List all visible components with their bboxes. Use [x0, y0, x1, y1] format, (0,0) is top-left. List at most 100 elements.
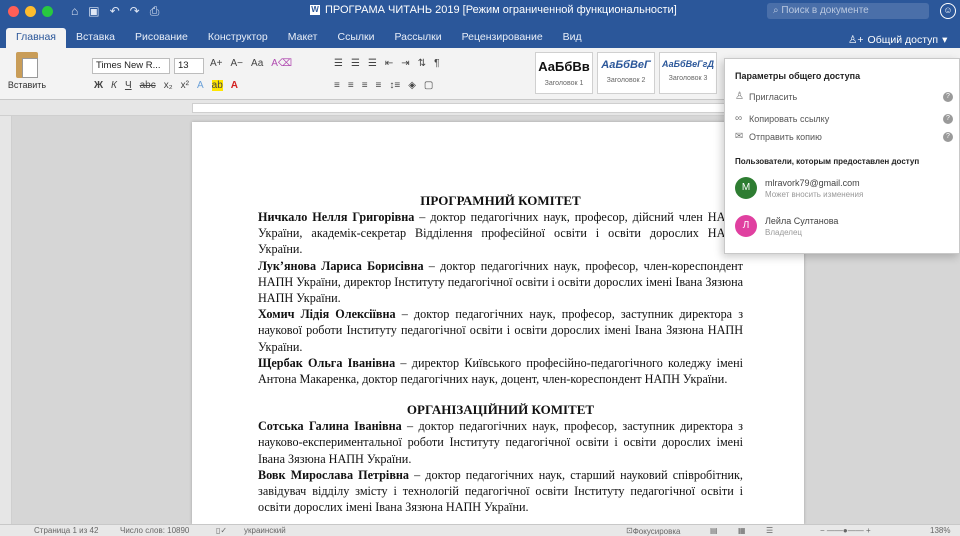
quick-access-toolbar: ⌂ ▣ ↶ ↷ ⎙ [71, 4, 159, 19]
text-effects-icon[interactable]: A [197, 80, 204, 91]
tab-review[interactable]: Рецензирование [452, 28, 553, 48]
web-layout-icon[interactable]: ▦ [738, 526, 746, 535]
line-spacing-icon[interactable]: ↕≡ [389, 80, 400, 91]
tab-view[interactable]: Вид [553, 28, 592, 48]
page-counter[interactable]: Страница 1 из 42 [34, 526, 98, 535]
paragraph-tools-top: ☰ ☰ ☰ ⇤ ⇥ ⇅ ¶ [334, 58, 439, 69]
committee-entry: Ничкало Нелля Григорівна – доктор педаго… [258, 210, 743, 257]
change-case-icon[interactable]: Aa [251, 58, 263, 69]
shrink-font-icon[interactable]: A− [231, 58, 244, 69]
language-indicator[interactable]: украинский [244, 526, 286, 535]
share-button[interactable]: ♙+ Общий доступ ▾ [848, 34, 947, 46]
help-icon[interactable]: ? [943, 131, 953, 142]
mail-icon: ✉ [735, 131, 744, 142]
home-icon[interactable]: ⌂ [71, 4, 78, 19]
vertical-ruler[interactable] [0, 116, 12, 524]
document-page[interactable]: ПРОГРАМНИЙ КОМІТЕТ Ничкало Нелля Григорі… [192, 122, 804, 524]
focus-button[interactable]: ⊡ Фокусировка [626, 526, 680, 536]
search-input[interactable]: ⌕ Поиск в документе [767, 3, 929, 19]
increase-indent-icon[interactable]: ⇥ [401, 58, 409, 69]
zoom-window-button[interactable] [42, 5, 53, 17]
committee-entry: Щербак Ольга Іванівна – директор Київськ… [258, 355, 743, 387]
align-left-icon[interactable]: ≡ [334, 80, 340, 91]
bullets-icon[interactable]: ☰ [334, 58, 343, 69]
shared-user[interactable]: M mlravork79@gmail.com Может вносить изм… [735, 177, 863, 199]
print-layout-icon[interactable]: ▤ [710, 526, 718, 535]
zoom-level[interactable]: 138% [930, 526, 950, 535]
minimize-window-button[interactable] [25, 5, 36, 17]
outline-view-icon[interactable]: ☰ [766, 526, 773, 535]
send-copy-action[interactable]: ✉ Отправить копию ? [735, 131, 953, 142]
committee-entry: Сотська Галина Іванівна – доктор педагог… [258, 419, 743, 466]
print-icon[interactable]: ⎙ [150, 4, 160, 19]
numbering-icon[interactable]: ☰ [351, 58, 360, 69]
tab-references[interactable]: Ссылки [327, 28, 384, 48]
word-doc-icon: W [310, 5, 320, 15]
clear-format-icon[interactable]: A⌫ [271, 58, 292, 69]
link-icon: ∞ [735, 113, 743, 124]
pilcrow-icon[interactable]: ¶ [434, 58, 439, 69]
document-title: W ПРОГРАМА ЧИТАНЬ 2019 [Режим ограниченн… [310, 4, 677, 16]
superscript-icon[interactable]: x² [181, 80, 189, 91]
ribbon-tabs: Главная Вставка Рисование Конструктор Ма… [0, 22, 960, 48]
paste-button[interactable]: Вставить [6, 52, 48, 90]
help-icon[interactable]: ? [943, 91, 953, 102]
add-person-icon: ♙+ [848, 34, 864, 46]
proofing-icon[interactable]: ▯✓ [216, 526, 227, 535]
copy-link-action[interactable]: ∞ Копировать ссылку ? [735, 113, 953, 124]
italic-icon[interactable]: К [111, 80, 117, 91]
font-format-tools: Ж К Ч abc x₂ x² A ab A [94, 80, 238, 91]
window-controls [8, 5, 53, 17]
align-right-icon[interactable]: ≡ [362, 80, 368, 91]
clipboard-icon [16, 52, 38, 78]
help-icon[interactable]: ? [943, 113, 953, 124]
tab-insert[interactable]: Вставка [66, 28, 125, 48]
subscript-icon[interactable]: x₂ [164, 80, 173, 91]
document-body[interactable]: ПРОГРАМНИЙ КОМІТЕТ Ничкало Нелля Григорі… [258, 192, 743, 515]
grow-font-icon[interactable]: A+ [210, 58, 223, 69]
title-bar: ⌂ ▣ ↶ ↷ ⎙ W ПРОГРАМА ЧИТАНЬ 2019 [Режим … [0, 0, 960, 22]
share-panel-header: Параметры общего доступа [735, 71, 861, 81]
underline-icon[interactable]: Ч [125, 80, 132, 91]
avatar: M [735, 177, 757, 199]
shared-user[interactable]: Л Лейла Султанова Владелец [735, 215, 838, 237]
style-heading-3[interactable]: АаБбВеГгД Заголовок 3 [659, 52, 717, 94]
redo-icon[interactable]: ↷ [130, 4, 140, 19]
tab-design[interactable]: Конструктор [198, 28, 278, 48]
committee-entry: Хомич Лідія Олексіївна – доктор педагогі… [258, 307, 744, 354]
tab-draw[interactable]: Рисование [125, 28, 198, 48]
zoom-slider[interactable]: − ——●—— + [820, 526, 871, 535]
style-heading-1[interactable]: АаБбВв Заголовок 1 [535, 52, 593, 94]
paragraph-tools-bottom: ≡ ≡ ≡ ≡ ↕≡ ◈ ▢ [334, 80, 433, 91]
tab-mailings[interactable]: Рассылки [384, 28, 451, 48]
decrease-indent-icon[interactable]: ⇤ [385, 58, 393, 69]
strikethrough-icon[interactable]: abc [140, 80, 156, 91]
share-panel: Параметры общего доступа ♙ Пригласить ? ∞… [724, 58, 960, 254]
styles-gallery: АаБбВв Заголовок 1 АаБбВеГ Заголовок 2 А… [535, 52, 717, 94]
highlight-icon[interactable]: ab [211, 80, 223, 91]
style-heading-2[interactable]: АаБбВеГ Заголовок 2 [597, 52, 655, 94]
align-center-icon[interactable]: ≡ [348, 80, 354, 91]
undo-icon[interactable]: ↶ [110, 4, 120, 19]
font-name-select[interactable]: Times New R... [92, 58, 170, 74]
tab-home[interactable]: Главная [6, 28, 66, 48]
smiley-icon[interactable]: ☺ [940, 3, 956, 19]
save-icon[interactable]: ▣ [88, 4, 99, 19]
multilevel-list-icon[interactable]: ☰ [368, 58, 377, 69]
font-color-icon[interactable]: A [231, 80, 238, 91]
shading-icon[interactable]: ◈ [408, 80, 416, 91]
bold-icon[interactable]: Ж [94, 80, 103, 91]
shared-users-header: Пользователи, которым предоставлен досту… [735, 157, 920, 166]
invite-action[interactable]: ♙ Пригласить ? [735, 91, 953, 102]
chevron-down-icon: ▾ [942, 34, 948, 46]
borders-icon[interactable]: ▢ [424, 80, 433, 91]
tab-layout[interactable]: Макет [278, 28, 328, 48]
avatar: Л [735, 215, 757, 237]
justify-icon[interactable]: ≡ [376, 80, 382, 91]
close-window-button[interactable] [8, 5, 19, 17]
sort-icon[interactable]: ⇅ [418, 58, 426, 69]
font-size-select[interactable]: 13 [174, 58, 204, 74]
committee-entry: Вовк Мирослава Петрівна – доктор педагог… [258, 467, 743, 515]
word-count[interactable]: Число слов: 10890 [120, 526, 189, 535]
committee-entry: Лук’янова Лариса Борисівна – доктор педа… [258, 258, 743, 306]
